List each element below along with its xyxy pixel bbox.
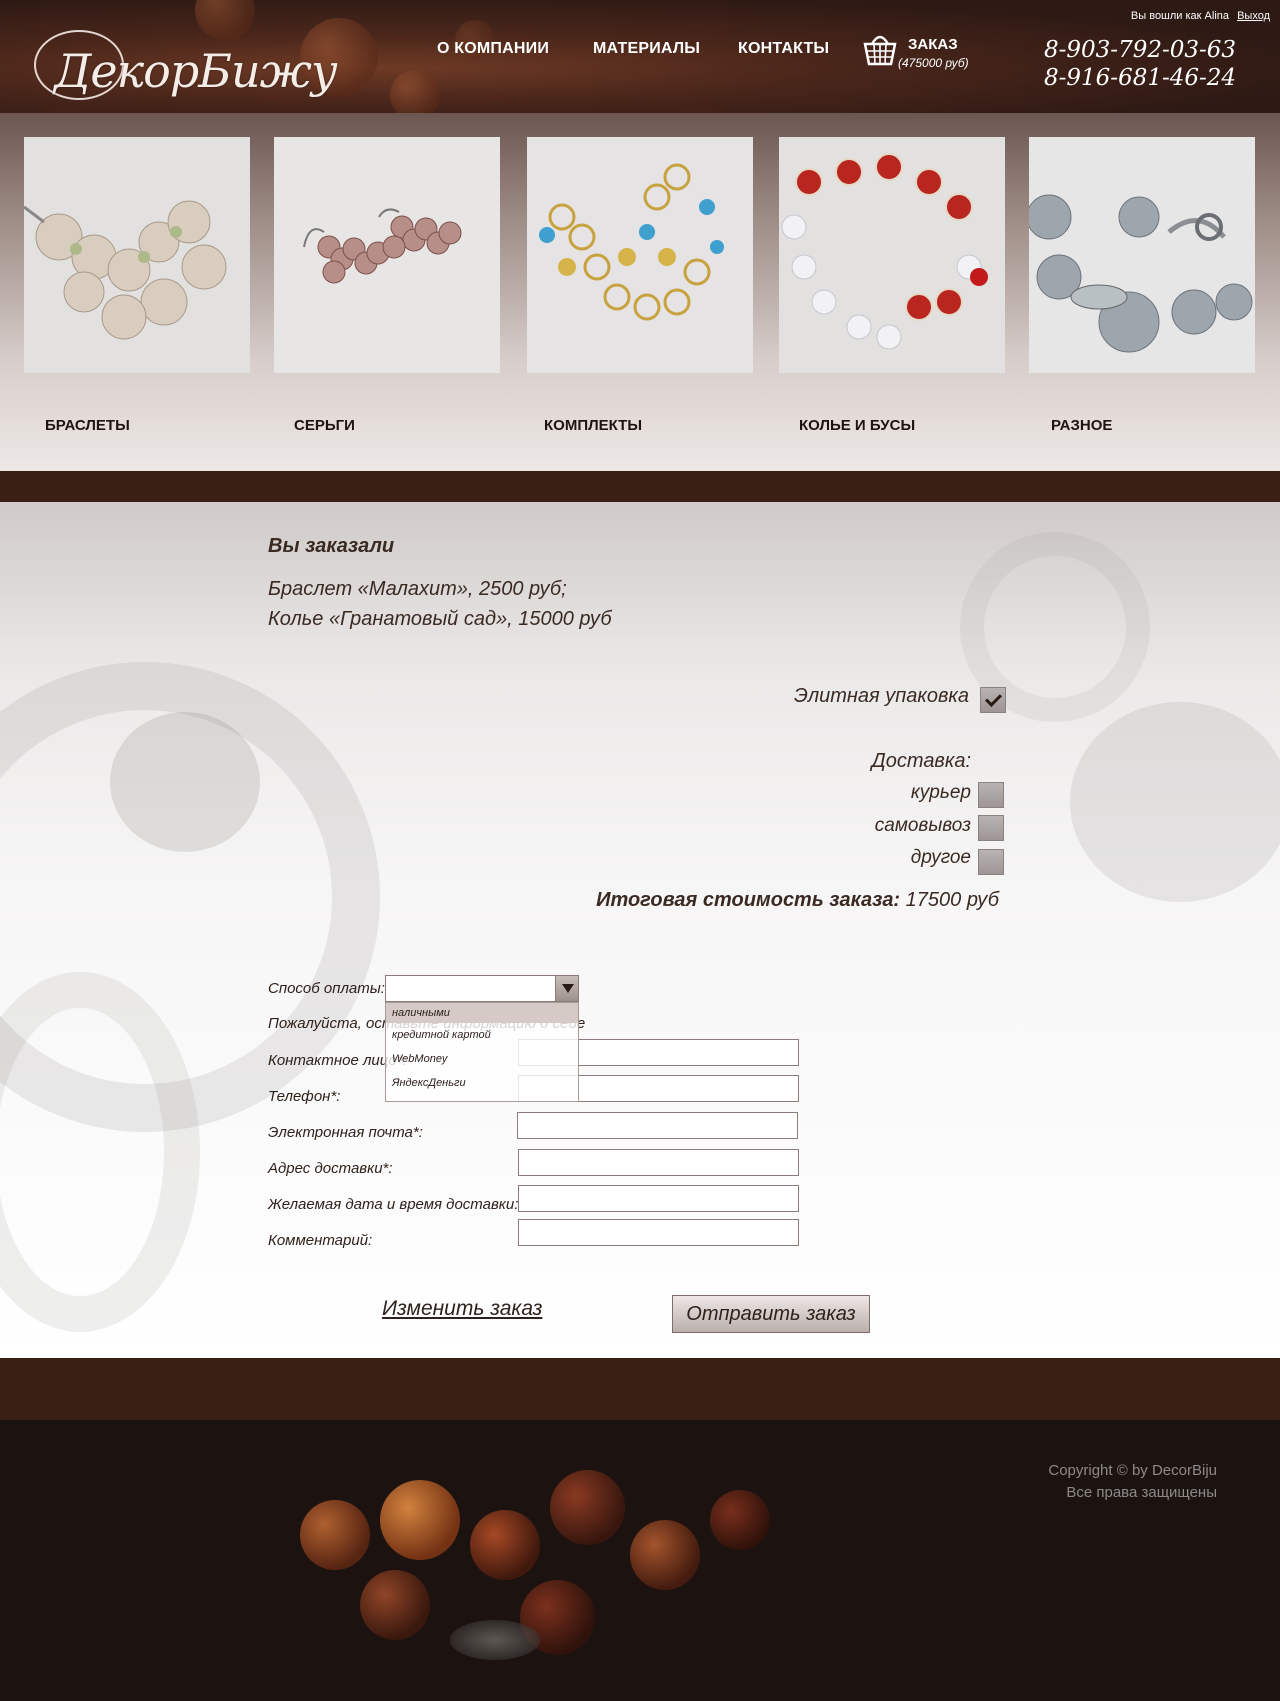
site-logo[interactable]: ДекорБижу [34,10,338,105]
category-image[interactable] [24,137,250,373]
cart-widget[interactable]: ЗАКАЗ (475000 руб) [862,30,1002,76]
order-item: Браслет «Малахит», 2500 руб; [268,578,567,600]
change-order-link[interactable]: Изменить заказ [382,1297,542,1321]
elite-packaging-checkbox[interactable] [980,687,1006,713]
cart-sum: (475000 руб) [898,56,969,70]
footer: Copyright © by DecorBiju Все права защищ… [0,1420,1280,1701]
copyright-text: Copyright © by DecorBiju [1048,1462,1217,1479]
payment-label: Способ оплаты: [268,980,385,997]
payment-select[interactable] [385,975,579,1002]
header: ДекорБижу О КОМПАНИИ МАТЕРИАЛЫ КОНТАКТЫ … [0,0,1280,113]
send-order-button[interactable]: Отправить заказ [672,1295,870,1333]
field-label: Комментарий: [268,1232,373,1249]
delivery-option-label: другое [910,847,971,868]
category-sets[interactable]: КОМПЛЕКТЫ [527,137,753,434]
payment-option-webmoney[interactable]: WebMoney [392,1053,447,1065]
nav-about[interactable]: О КОМПАНИИ [437,40,549,58]
delivery-courier-checkbox[interactable] [978,782,1004,808]
category-label[interactable]: КОЛЬЕ И БУСЫ [799,417,915,434]
logout-link[interactable]: Выход [1237,10,1270,22]
delivery-option-label: курьер [910,782,971,803]
category-bracelets[interactable]: БРАСЛЕТЫ [24,137,250,434]
bead-decor [300,1500,370,1570]
bead-decor [630,1520,700,1590]
order-title: Вы заказали [268,535,395,557]
delivery-other-checkbox[interactable] [978,849,1004,875]
category-label[interactable]: СЕРЬГИ [294,417,355,434]
payment-option-yandex[interactable]: ЯндексДеньги [392,1077,466,1089]
delivery-address-input[interactable] [518,1149,799,1176]
login-status: Вы вошли как Alina Выход [1131,10,1270,22]
bead-decor [390,70,440,113]
category-image[interactable] [1029,137,1255,373]
delivery-title: Доставка: [871,750,971,772]
category-label[interactable]: КОМПЛЕКТЫ [544,417,642,434]
email-input[interactable] [517,1112,798,1139]
login-text: Вы вошли как Alina [1130,10,1230,22]
logo-text: ДекорБижу [54,44,338,98]
order-total-value: 17500 руб [905,889,999,911]
category-image[interactable] [527,137,753,373]
payment-dropdown: наличными кредитной картой WebMoney Янде… [385,1002,579,1102]
category-earrings[interactable]: СЕРЬГИ [274,137,500,434]
nav-materials[interactable]: МАТЕРИАЛЫ [593,40,700,58]
phone-1: 8-903-792-03-63 [1044,37,1237,63]
copyright: Copyright © by DecorBiju Все права защищ… [1048,1460,1217,1504]
category-strip: БРАСЛЕТЫ СЕРЬГИ КОМПЛЕКТЫ КОЛЬЕ И БУСЫ Р… [0,113,1280,471]
elite-packaging-label: Элитная упаковка [793,685,969,707]
delivery-datetime-input[interactable] [518,1185,799,1212]
bead-decor [360,1570,430,1640]
bead-decor [710,1490,770,1550]
basket-icon [863,35,897,66]
leaf-decor [450,1620,540,1660]
phone-2: 8-916-681-46-24 [1044,65,1237,91]
category-label[interactable]: БРАСЛЕТЫ [45,417,130,434]
bead-decor [380,1480,460,1560]
decor-bead [110,712,260,852]
field-label: Электронная почта*: [268,1124,423,1141]
divider-band [0,1358,1280,1420]
category-image[interactable] [274,137,500,373]
order-section: Вы заказали Браслет «Малахит», 2500 руб;… [0,502,1280,1358]
field-label: Адрес доставки*: [268,1160,393,1177]
comment-input[interactable] [518,1219,799,1246]
payment-option-card[interactable]: кредитной картой [392,1029,491,1041]
order-total-label: Итоговая стоимость заказа: [596,889,901,911]
field-label: Желаемая дата и время доставки: [268,1196,519,1213]
order-item: Колье «Гранатовый сад», 15000 руб [268,608,612,630]
payment-option-cash[interactable]: наличными [392,1007,450,1019]
decor-bead [1070,702,1280,902]
divider-band [0,471,1280,502]
field-label: Телефон*: [268,1088,341,1105]
bead-decor [470,1510,540,1580]
chevron-down-icon[interactable] [555,976,578,1001]
order-total: Итоговая стоимость заказа: 17500 руб [596,889,999,912]
category-image[interactable] [779,137,1005,373]
bead-decor [550,1470,625,1545]
phone-numbers: 8-903-792-03-63 8-916-681-46-24 [1044,36,1236,92]
category-misc[interactable]: РАЗНОЕ [1029,137,1255,434]
rights-text: Все права защищены [1066,1484,1217,1501]
delivery-pickup-checkbox[interactable] [978,815,1004,841]
delivery-option-label: самовывоз [874,815,971,836]
category-necklaces[interactable]: КОЛЬЕ И БУСЫ [779,137,1005,434]
cart-title: ЗАКАЗ [908,36,958,53]
category-label[interactable]: РАЗНОЕ [1051,417,1112,434]
nav-contacts[interactable]: КОНТАКТЫ [738,40,829,58]
